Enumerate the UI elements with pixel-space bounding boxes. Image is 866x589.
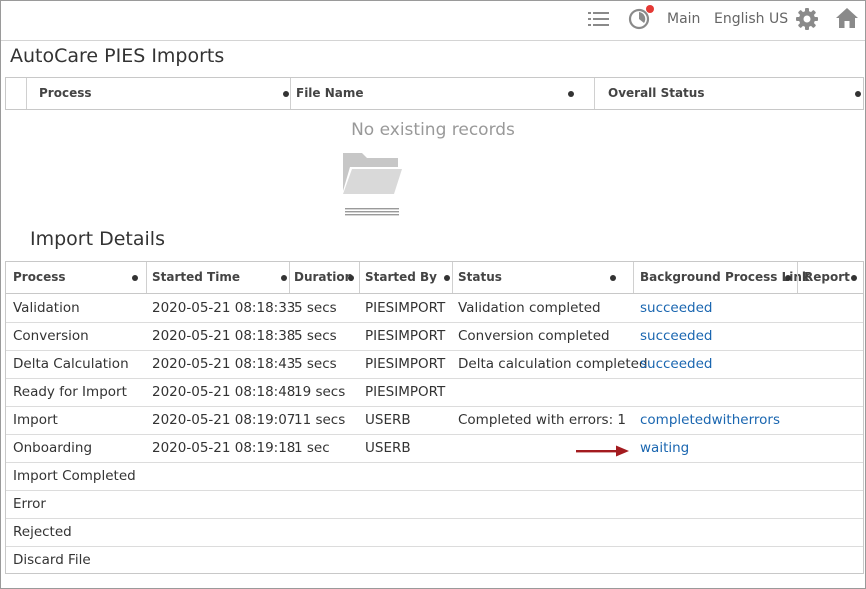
cell-started-time: 2020-05-21 08:18:48	[152, 384, 296, 400]
table-row: Discard File	[6, 546, 863, 573]
cell-duration: 5 secs	[294, 328, 337, 344]
imports-grid-header: Process File Name Overall Status	[5, 77, 864, 110]
cell-process: Error	[13, 496, 46, 512]
column-menu-dot-icon[interactable]	[785, 275, 791, 281]
cell-started-time: 2020-05-21 08:18:43	[152, 356, 296, 372]
cell-started-by: USERB	[365, 440, 411, 456]
table-row: Delta Calculation 2020-05-21 08:18:43 5 …	[6, 350, 863, 379]
column-header-report[interactable]: Report	[804, 262, 850, 293]
cell-process: Import Completed	[13, 468, 136, 484]
cell-status: Completed with errors: 1	[458, 412, 626, 428]
cell-process: Discard File	[13, 552, 91, 568]
cell-duration: 19 secs	[294, 384, 346, 400]
column-divider	[633, 262, 634, 293]
top-bar: Main English US	[0, 0, 866, 40]
process-link[interactable]: succeeded	[640, 294, 713, 322]
process-link[interactable]: completedwitherrors	[640, 406, 780, 434]
cell-process: Delta Calculation	[13, 356, 129, 372]
language-selector[interactable]: English US	[714, 11, 788, 27]
cell-duration: 5 secs	[294, 356, 337, 372]
column-divider	[289, 262, 290, 293]
column-header-process[interactable]: Process	[13, 262, 66, 293]
cell-started-by: USERB	[365, 412, 411, 428]
table-row: Onboarding 2020-05-21 08:19:18 1 sec USE…	[6, 434, 863, 463]
table-row: Import Completed	[6, 462, 863, 491]
notifications-icon[interactable]	[626, 4, 656, 36]
column-header-overall-status[interactable]: Overall Status	[608, 78, 704, 109]
annotation-arrow-icon	[576, 442, 630, 461]
gear-icon[interactable]	[795, 7, 819, 35]
cell-started-time: 2020-05-21 08:19:18	[152, 440, 296, 456]
column-header-started-time[interactable]: Started Time	[152, 262, 240, 293]
topbar-divider	[1, 40, 865, 41]
column-menu-dot-icon[interactable]	[610, 275, 616, 281]
column-divider	[452, 262, 453, 293]
column-header-started-by[interactable]: Started By	[365, 262, 437, 293]
process-link[interactable]: waiting	[640, 434, 689, 462]
column-menu-dot-icon[interactable]	[851, 275, 857, 281]
column-divider	[290, 78, 291, 109]
column-menu-dot-icon[interactable]	[348, 275, 354, 281]
cell-process: Import	[13, 412, 58, 428]
main-link[interactable]: Main	[667, 11, 700, 27]
column-menu-dot-icon[interactable]	[444, 275, 450, 281]
column-menu-dot-icon[interactable]	[568, 91, 574, 97]
table-row: Error	[6, 490, 863, 519]
grid-header-row: Process Started Time Duration Started By…	[6, 262, 863, 294]
table-row: Rejected	[6, 518, 863, 547]
cell-started-by: PIESIMPORT	[365, 328, 446, 344]
table-row: Conversion 2020-05-21 08:18:38 5 secs PI…	[6, 322, 863, 351]
cell-process: Validation	[13, 300, 80, 316]
column-divider	[359, 262, 360, 293]
cell-status: Conversion completed	[458, 328, 610, 344]
cell-process: Rejected	[13, 524, 72, 540]
table-row: Ready for Import 2020-05-21 08:18:48 19 …	[6, 378, 863, 407]
table-row: Import 2020-05-21 08:19:07 11 secs USERB…	[6, 406, 863, 435]
column-divider	[797, 262, 798, 293]
column-menu-dot-icon[interactable]	[283, 91, 289, 97]
folder-icon	[340, 147, 404, 221]
cell-started-by: PIESIMPORT	[365, 384, 446, 400]
cell-status: Delta calculation completed	[458, 356, 648, 372]
column-header-file-name[interactable]: File Name	[296, 78, 364, 109]
cell-started-by: PIESIMPORT	[365, 356, 446, 372]
grid-gutter	[6, 78, 27, 109]
column-menu-dot-icon[interactable]	[132, 275, 138, 281]
import-details-grid: Process Started Time Duration Started By…	[5, 261, 864, 574]
column-menu-dot-icon[interactable]	[281, 275, 287, 281]
cell-started-time: 2020-05-21 08:18:33	[152, 300, 296, 316]
column-divider	[146, 262, 147, 293]
column-header-status[interactable]: Status	[458, 262, 502, 293]
process-link[interactable]: succeeded	[640, 322, 713, 350]
cell-started-by: PIESIMPORT	[365, 300, 446, 316]
cell-duration: 1 sec	[294, 440, 330, 456]
cell-started-time: 2020-05-21 08:19:07	[152, 412, 296, 428]
cell-started-time: 2020-05-21 08:18:38	[152, 328, 296, 344]
table-row: Validation 2020-05-21 08:18:33 5 secs PI…	[6, 294, 863, 323]
cell-process: Onboarding	[13, 440, 93, 456]
cell-duration: 11 secs	[294, 412, 346, 428]
list-menu-icon[interactable]	[588, 10, 610, 32]
cell-process: Ready for Import	[13, 384, 127, 400]
cell-process: Conversion	[13, 328, 89, 344]
home-icon[interactable]	[835, 7, 859, 33]
process-link[interactable]: succeeded	[640, 350, 713, 378]
page-title: AutoCare PIES Imports	[10, 45, 225, 67]
column-divider	[594, 78, 595, 109]
import-details-title: Import Details	[30, 228, 165, 250]
empty-state-message: No existing records	[351, 120, 515, 140]
cell-status: Validation completed	[458, 300, 601, 316]
column-header-duration[interactable]: Duration	[294, 262, 353, 293]
cell-duration: 5 secs	[294, 300, 337, 316]
column-header-process[interactable]: Process	[39, 78, 92, 109]
column-menu-dot-icon[interactable]	[855, 91, 861, 97]
